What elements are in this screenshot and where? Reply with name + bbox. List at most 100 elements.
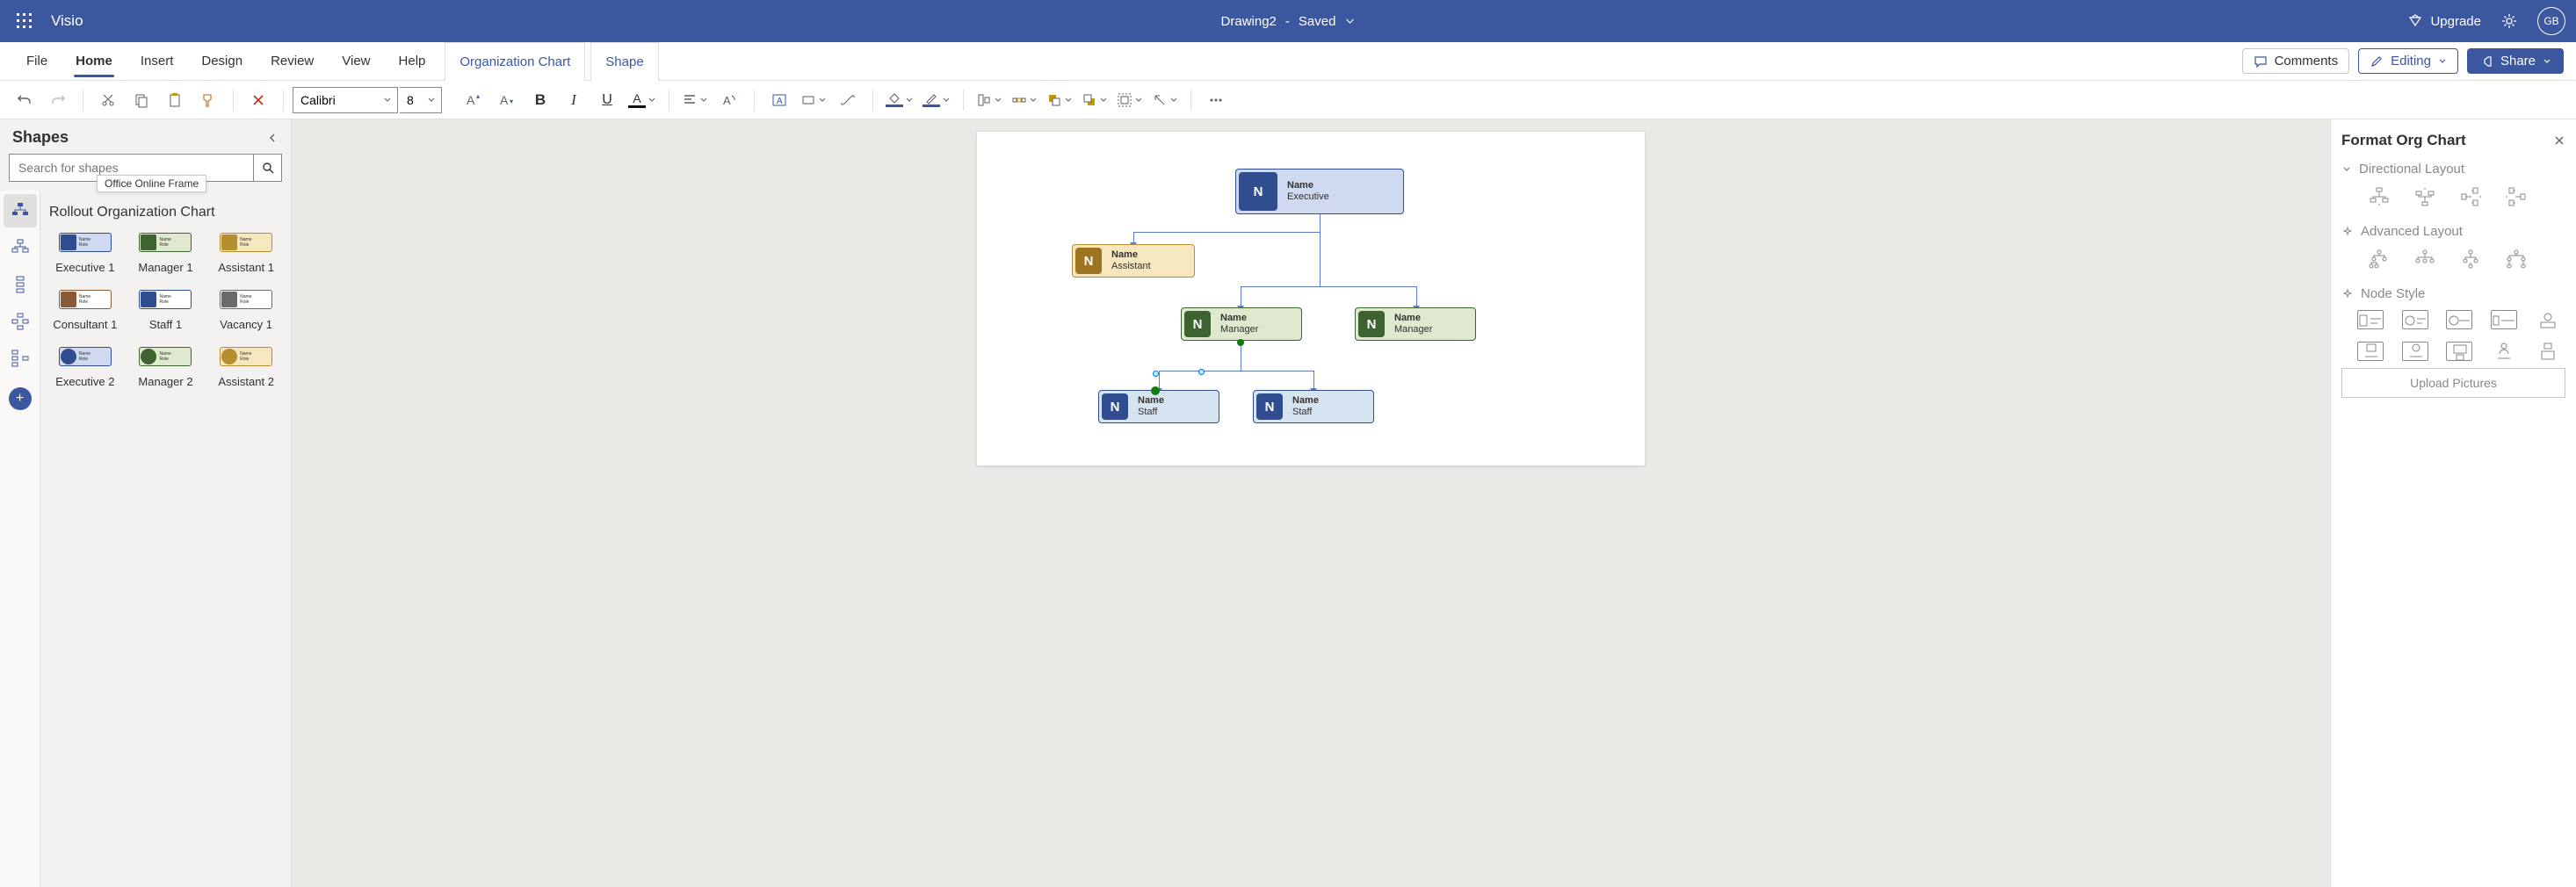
line-color-button[interactable] xyxy=(919,84,954,116)
stencil-item[interactable] xyxy=(4,231,37,264)
shape-gallery-item[interactable]: NameRole Assistant 1 xyxy=(208,233,284,274)
more-commands-button[interactable] xyxy=(1200,84,1232,116)
tab-review[interactable]: Review xyxy=(257,42,328,81)
comments-button[interactable]: Comments xyxy=(2242,48,2350,74)
stencil-item[interactable] xyxy=(4,194,37,227)
connector-button[interactable] xyxy=(832,84,864,116)
close-format-panel-button[interactable] xyxy=(2553,134,2565,147)
layout-top-down[interactable] xyxy=(2368,185,2391,208)
font-family-select[interactable]: Calibri xyxy=(293,87,398,113)
format-painter-button[interactable] xyxy=(192,84,224,116)
bold-button[interactable]: B xyxy=(525,84,556,116)
org-node-exec[interactable]: N NameExecutive xyxy=(1235,169,1404,214)
shape-gallery-item[interactable]: NameRole Vacancy 1 xyxy=(208,290,284,331)
document-title[interactable]: Drawing2 - Saved xyxy=(1221,14,1356,29)
node-style-opt[interactable] xyxy=(2535,342,2561,361)
tab-help[interactable]: Help xyxy=(385,42,440,81)
canvas[interactable]: N NameExecutive N NameAssistant N NameMa… xyxy=(292,119,2330,887)
adv-layout-2[interactable] xyxy=(2413,248,2436,270)
node-style-opt[interactable] xyxy=(2357,342,2384,361)
section-node-style[interactable]: Node Style xyxy=(2341,286,2565,301)
tab-insert[interactable]: Insert xyxy=(127,42,188,81)
settings-button[interactable] xyxy=(2500,12,2518,30)
send-back-button[interactable] xyxy=(1078,84,1111,116)
node-style-opt[interactable] xyxy=(2535,310,2561,329)
shape-insert-button[interactable] xyxy=(797,84,830,116)
stencil-item[interactable] xyxy=(4,268,37,301)
node-style-opt[interactable] xyxy=(2402,310,2428,329)
node-style-opt[interactable] xyxy=(2491,342,2517,361)
node-style-opt[interactable] xyxy=(2402,342,2428,361)
node-style-opt[interactable] xyxy=(2446,342,2472,361)
org-node-mgr2[interactable]: N NameManager xyxy=(1355,307,1476,341)
italic-button[interactable]: I xyxy=(558,84,590,116)
shape-gallery-item[interactable]: NameRole Manager 1 xyxy=(128,233,204,274)
adv-layout-3[interactable] xyxy=(2459,248,2482,270)
copy-button[interactable] xyxy=(126,84,157,116)
shape-gallery-item[interactable]: NameRole Executive 1 xyxy=(47,233,123,274)
redo-button[interactable] xyxy=(42,84,74,116)
node-style-opt[interactable] xyxy=(2446,310,2472,329)
selection-handle[interactable] xyxy=(1237,339,1244,346)
upload-pictures-button[interactable]: Upload Pictures xyxy=(2341,368,2565,398)
editing-mode-button[interactable]: Editing xyxy=(2358,48,2458,74)
add-stencil-button[interactable]: + xyxy=(9,387,32,410)
selection-handle[interactable] xyxy=(1153,371,1159,377)
selection-handle[interactable] xyxy=(1198,369,1205,375)
shape-gallery-item[interactable]: NameRole Staff 1 xyxy=(128,290,204,331)
tab-organization-chart[interactable]: Organization Chart xyxy=(445,42,585,81)
text-rotate-button[interactable]: A xyxy=(713,84,745,116)
adv-layout-1[interactable] xyxy=(2368,248,2391,270)
text-box-button[interactable]: A xyxy=(763,84,795,116)
connector[interactable] xyxy=(1320,232,1321,286)
shape-gallery-item[interactable]: NameRole Assistant 2 xyxy=(208,347,284,388)
align-button[interactable] xyxy=(678,84,712,116)
share-button[interactable]: Share xyxy=(2467,48,2564,74)
shape-gallery-item[interactable]: NameRole Manager 2 xyxy=(128,347,204,388)
connector[interactable] xyxy=(1320,214,1321,232)
shape-gallery-item[interactable]: NameRole Consultant 1 xyxy=(47,290,123,331)
increase-font-button[interactable]: A▴ xyxy=(458,84,489,116)
font-size-select[interactable]: 8 xyxy=(400,87,442,113)
arrange-position-button[interactable] xyxy=(1008,84,1041,116)
collapse-shapes-button[interactable] xyxy=(266,132,279,144)
tab-view[interactable]: View xyxy=(328,42,384,81)
layout-right-left[interactable] xyxy=(2505,185,2528,208)
arrange-align-button[interactable] xyxy=(973,84,1006,116)
app-launcher-button[interactable] xyxy=(11,7,39,35)
bring-front-button[interactable] xyxy=(1043,84,1076,116)
user-avatar[interactable]: GB xyxy=(2537,7,2565,35)
tab-home[interactable]: Home xyxy=(62,42,127,81)
section-directional-layout[interactable]: Directional Layout xyxy=(2341,162,2565,177)
selection-handle[interactable] xyxy=(1151,386,1160,395)
upgrade-button[interactable]: Upgrade xyxy=(2407,13,2481,29)
org-node-asst[interactable]: N NameAssistant xyxy=(1072,244,1195,278)
group-button[interactable] xyxy=(1113,84,1147,116)
stencil-item[interactable] xyxy=(4,342,37,375)
connector[interactable] xyxy=(1416,286,1417,307)
page[interactable]: N NameExecutive N NameAssistant N NameMa… xyxy=(977,132,1645,465)
tab-file[interactable]: File xyxy=(12,42,62,81)
font-color-button[interactable]: A xyxy=(625,84,660,116)
tab-shape[interactable]: Shape xyxy=(590,42,658,81)
underline-button[interactable]: U xyxy=(591,84,623,116)
undo-button[interactable] xyxy=(9,84,40,116)
fill-color-button[interactable] xyxy=(882,84,917,116)
layout-left-right[interactable] xyxy=(2459,185,2482,208)
rotate-button[interactable] xyxy=(1148,84,1182,116)
layout-bottom-up[interactable] xyxy=(2413,185,2436,208)
adv-layout-4[interactable] xyxy=(2505,248,2528,270)
org-node-mgr1[interactable]: N NameManager xyxy=(1181,307,1302,341)
tab-design[interactable]: Design xyxy=(187,42,257,81)
stencil-item[interactable] xyxy=(4,305,37,338)
org-node-stf2[interactable]: N NameStaff xyxy=(1253,390,1374,423)
cut-button[interactable] xyxy=(92,84,124,116)
connector[interactable] xyxy=(1313,371,1314,390)
node-style-opt[interactable] xyxy=(2491,310,2517,329)
shape-gallery-item[interactable]: NameRole Executive 2 xyxy=(47,347,123,388)
connector[interactable] xyxy=(1241,286,1416,287)
decrease-font-button[interactable]: A▾ xyxy=(491,84,523,116)
connector[interactable] xyxy=(1133,232,1320,233)
org-node-stf1[interactable]: N NameStaff xyxy=(1098,390,1219,423)
paste-button[interactable] xyxy=(159,84,191,116)
